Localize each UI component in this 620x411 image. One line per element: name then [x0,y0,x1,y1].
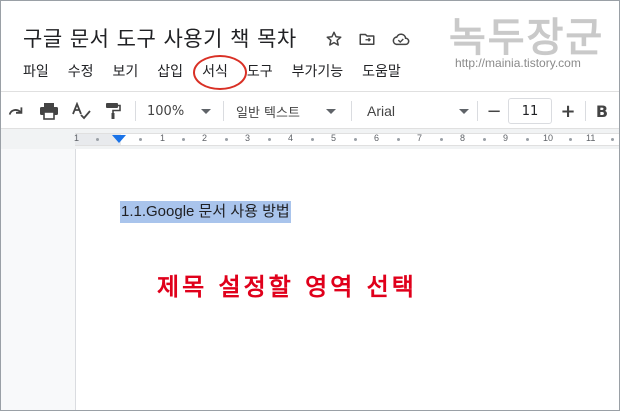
ruler-tick [139,138,142,141]
ruler-tick [526,138,529,141]
ruler-tick [268,138,271,141]
bold-button[interactable]: B [593,99,611,123]
move-to-folder-icon[interactable] [356,28,378,50]
ruler[interactable]: 1 1 2 3 4 5 6 7 8 9 10 11 [74,133,619,146]
ruler-tick [311,138,314,141]
menu-format[interactable]: 서식 [193,55,247,90]
spellcheck-icon[interactable] [69,99,93,123]
font-size-input[interactable]: 11 [508,98,552,124]
menu-insert[interactable]: 삽입 [157,61,183,83]
font-family-value: Arial [367,103,396,119]
document-title[interactable]: 구글 문서 도구 사용기 책 목차 [23,23,297,53]
ruler-tick [354,138,357,141]
ruler-tick [569,138,572,141]
ruler-tick [225,138,228,141]
font-family-select[interactable]: Arial [367,99,469,123]
selected-heading-text[interactable]: 1.1.Google 문서 사용 방법 [120,201,291,223]
ruler-number: 3 [245,133,251,143]
paint-format-icon[interactable] [101,99,125,123]
ruler-number: 4 [288,133,294,143]
indent-marker-icon[interactable] [112,135,126,143]
chevron-down-icon [326,108,336,114]
ruler-tick [182,138,185,141]
toolbar-divider [223,101,224,121]
zoom-select[interactable]: 100% [147,99,211,123]
ruler-tick [440,138,443,141]
ruler-number: 2 [202,133,208,143]
chevron-down-icon [459,108,469,114]
menu-file[interactable]: 파일 [23,61,49,83]
annotation-caption: 제목 설정할 영역 선택 [157,273,417,301]
chevron-down-icon [201,108,211,114]
menu-tools[interactable]: 도구 [247,61,273,83]
ruler-number: 9 [503,133,509,143]
app-window: 구글 문서 도구 사용기 책 목차 녹두장군 http://mainia.tis… [0,0,620,411]
ruler-number: 5 [331,133,337,143]
ruler-number: 11 [586,133,596,143]
star-icon[interactable] [323,28,345,50]
toolbar-divider [135,101,136,121]
zoom-value: 100% [147,103,185,119]
menu-edit[interactable]: 수정 [68,61,94,83]
toolbar-divider [585,101,586,121]
ruler-tick [483,138,486,141]
paragraph-style-value: 일반 텍스트 [236,105,300,121]
print-icon[interactable] [37,99,61,123]
ruler-number: 7 [417,133,423,143]
toolbar: 100% 일반 텍스트 Arial − 11 + B [1,91,619,129]
paragraph-style-select[interactable]: 일반 텍스트 [236,99,336,123]
toolbar-divider [351,101,352,121]
toolbar-divider [477,101,478,121]
ruler-number: 1 [74,133,80,143]
ruler-tick [611,138,614,141]
menu-help[interactable]: 도움말 [362,61,401,83]
ruler-number: 1 [160,133,166,143]
ruler-number: 10 [543,133,554,143]
watermark-logo: 녹두장군 [449,14,605,61]
watermark-url: http://mainia.tistory.com [455,56,581,70]
menu-view[interactable]: 보기 [113,61,139,83]
ruler-tick [96,138,99,141]
decrease-font-size-button[interactable]: − [483,99,505,123]
menu-bar: 파일 수정 보기 삽입 서식 도구 부가기능 도움말 [23,55,420,90]
redo-icon[interactable] [5,99,27,123]
ruler-number: 6 [374,133,380,143]
ruler-tick [397,138,400,141]
increase-font-size-button[interactable]: + [557,99,579,123]
menu-addons[interactable]: 부가기능 [292,61,344,83]
cloud-saved-icon[interactable] [390,28,412,50]
ruler-number: 8 [460,133,466,143]
